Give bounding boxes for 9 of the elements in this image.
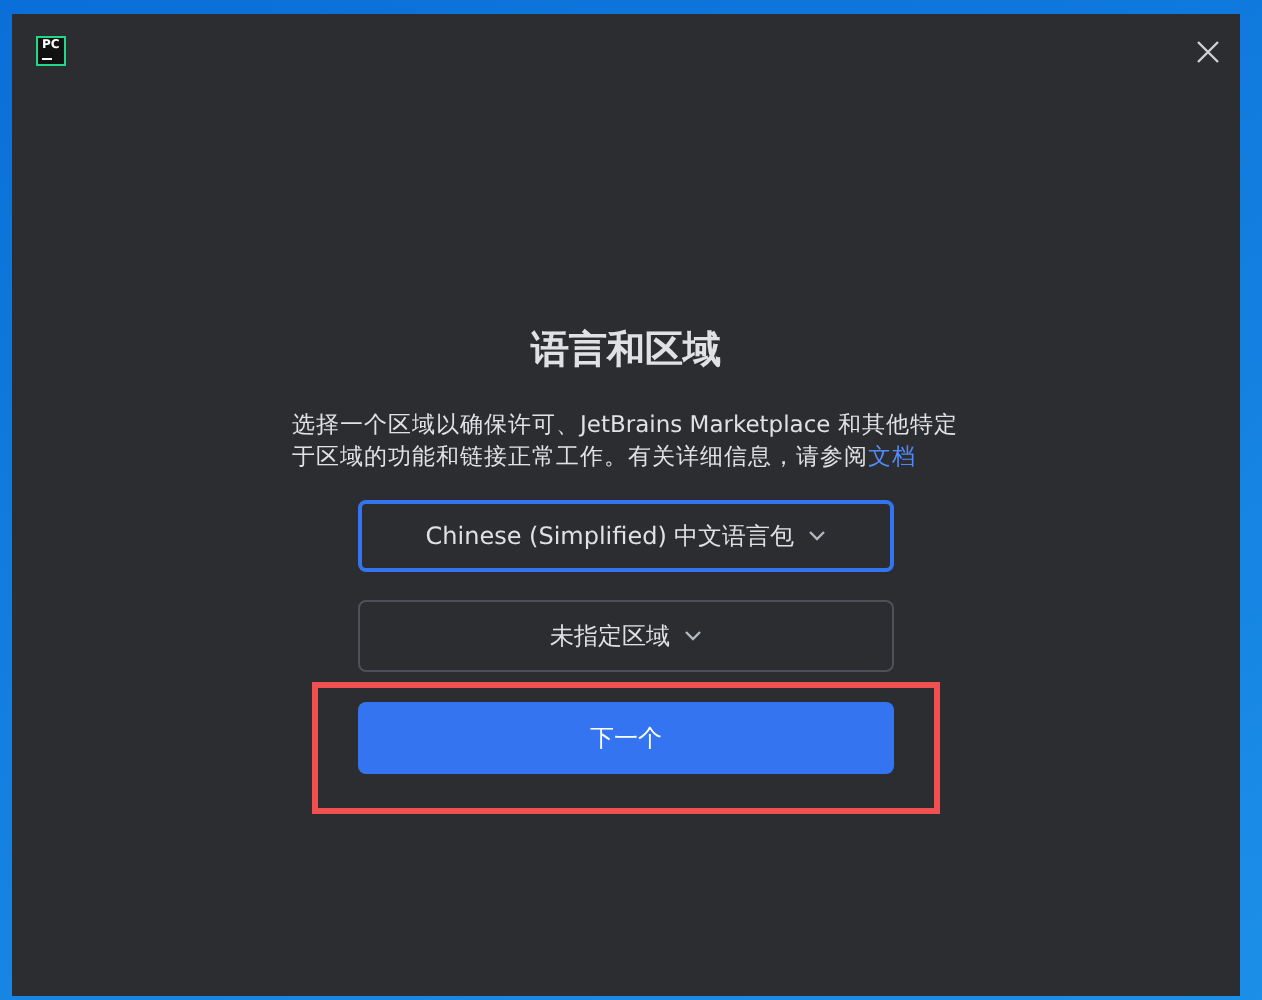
dropdown[interactable]: Chinese (Simplified) 中文语言包 xyxy=(358,500,894,572)
close-icon[interactable] xyxy=(1196,39,1220,63)
docs-link[interactable]: 文档 xyxy=(868,442,916,470)
chevron-icon xyxy=(808,530,827,542)
chevron-icon xyxy=(684,630,702,642)
dialog-title: 语言和区域 xyxy=(531,326,721,376)
next-button[interactable]: 下一个 xyxy=(358,702,894,774)
dropdown[interactable]: 未指定区域 xyxy=(358,600,894,672)
description-text: 选择一个区域以确保许可、JetBrains Marketplace 和其他特定于区域的功能和链接正常工作。有关详细信息，请参阅文档 xyxy=(292,408,960,472)
